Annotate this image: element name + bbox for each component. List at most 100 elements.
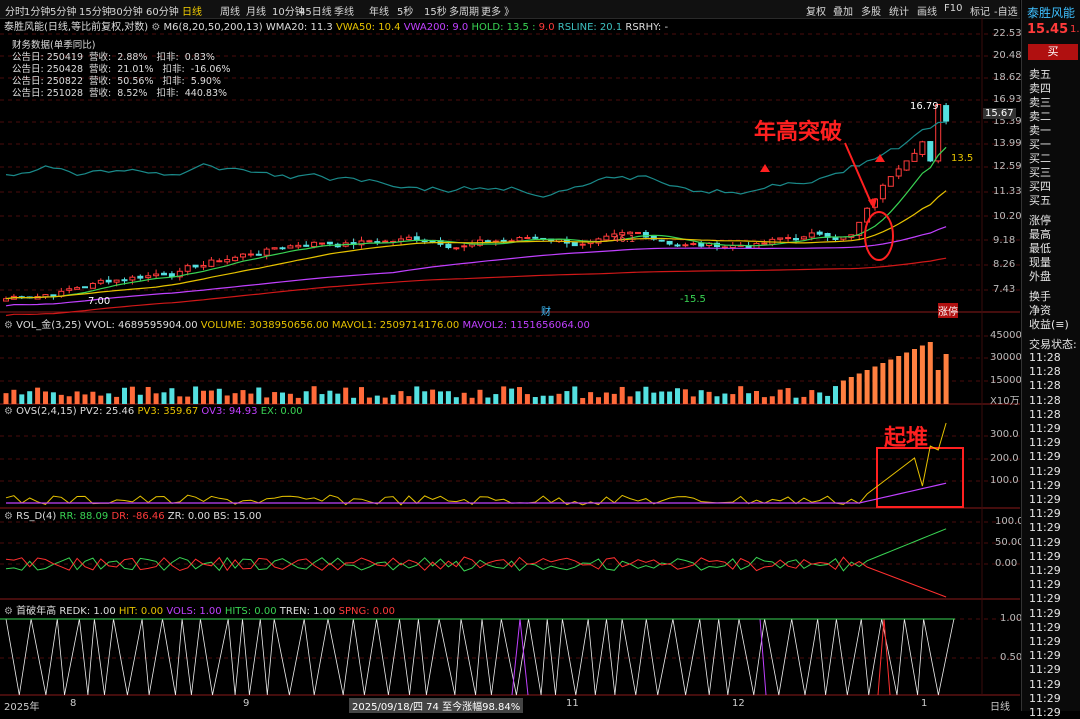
volume-bar [208,390,214,404]
volume-bar [769,396,775,404]
candlestick [461,245,468,248]
y-tick-label: 18.62 [993,72,1022,83]
settings-icon[interactable]: ⚙ [4,606,13,617]
candlestick [50,294,57,297]
tick-time: 11:29 [1029,606,1061,620]
volume-bar [145,386,151,404]
tick-time: 11:29 [1029,592,1061,606]
volume-bar [556,393,562,404]
breakout-arrow [844,142,873,206]
candlestick [816,231,823,235]
volume-bar [848,377,854,404]
volume-bar [801,396,807,404]
volume-bar [311,386,317,404]
volume-bar [74,391,80,404]
rs-high-marker [760,164,770,172]
candlestick [255,253,262,256]
settings-icon[interactable]: ⚙ [151,22,160,33]
quote-stat-row: 收益(≡) [1029,318,1069,331]
settings-icon[interactable]: ⚙ [4,511,13,522]
tick-time: 11:28 [1029,351,1061,364]
volume-bar [422,391,428,404]
volume-bar [651,392,657,404]
candlestick [445,243,452,249]
volume-bar [880,363,886,404]
candlestick [303,244,310,247]
volume-bar [19,394,25,404]
y-tick-label: 10.20 [993,211,1022,222]
candlestick [785,237,792,240]
candlestick [903,160,910,171]
volume-bar [3,393,9,404]
volume-bar [382,397,388,404]
ma-line-yellow [5,190,947,300]
candlestick [516,237,523,242]
candlestick [247,253,254,256]
stock-change: 1.4 [1070,24,1080,35]
settings-icon[interactable]: ⚙ [4,406,13,417]
buy-button[interactable]: 买 [1028,44,1078,60]
financial-row: 公告日: 251028 营收: 8.52% 扣非: 440.83% [12,88,228,99]
candlestick [666,240,673,245]
candlestick [82,286,88,289]
volume-bar [635,391,641,404]
ma-line-red [5,257,947,317]
settings-icon[interactable]: ⚙ [4,320,13,331]
volume-bar [343,387,349,404]
candlestick [113,279,120,283]
volume-bar [82,394,88,404]
dr-label: DR: -86.46 [111,511,165,522]
volume-bar [761,397,767,404]
candlestick [271,247,278,250]
tick-time: 11:29 [1029,436,1061,450]
hits-label: HITS: 0.00 [224,606,277,617]
volume-bar [295,397,301,404]
tick-time: 11:28 [1029,407,1061,421]
candlestick [137,275,144,279]
ovs-header: ⚙ OVS(2,4,15) PV2: 25.46 PV3: 359.67 OV3… [4,406,303,417]
volume-bar [390,394,396,404]
volume-bar [201,390,206,404]
volume-bar [588,392,594,404]
zr-label: ZR: 0.00 [167,511,211,522]
candlestick [571,241,578,247]
volume-header: ⚙ VOL_金(3,25) VVOL: 4689595904.00 VOLUME… [4,316,590,331]
tick-time: 11:29 [1029,507,1061,521]
volume-bar [746,393,752,404]
wma20-label: WMA20: 11.3 [265,22,333,33]
candlestick [911,152,918,162]
volume-bar [406,396,412,404]
volume-bar [509,388,515,404]
y-tick-label: 0.50 [1000,652,1023,663]
x-tick-label: 12 [732,698,745,709]
volume-bar [169,388,175,404]
volume-bar [374,395,380,404]
mavol1-label: MAVOL1: 2509714176.00 [331,320,460,331]
candlestick [74,287,81,290]
y-tick-label: 13.99 [993,138,1022,149]
tick-time: 11:29 [1029,521,1061,535]
volume-bar [935,370,941,404]
candlestick [168,273,175,278]
y-tick-label: 50.00 [995,537,1024,548]
candlestick [145,275,152,279]
candlestick [311,241,318,248]
tick-time: 11:29 [1029,677,1061,691]
volume-bar [856,373,862,404]
volume-bar [398,391,404,404]
candlestick [184,265,191,272]
candlestick [121,279,128,282]
quote-stat-row: 外盘 [1029,270,1051,283]
volume-bar [548,395,554,404]
x-tick-label: 9 [243,698,250,709]
volume-bar [532,397,538,404]
rsd-header: ⚙ RS_D(4) RR: 88.09 DR: -86.46 ZR: 0.00 … [4,511,262,522]
candlestick [326,241,333,245]
volume-bar [888,359,894,404]
candlestick [153,273,160,277]
volume-bar [256,387,262,404]
x-tick-label: 8 [70,698,77,709]
y-tick-label: 100.0 [990,475,1019,486]
candlestick [603,235,610,241]
volume-bar [777,389,783,404]
